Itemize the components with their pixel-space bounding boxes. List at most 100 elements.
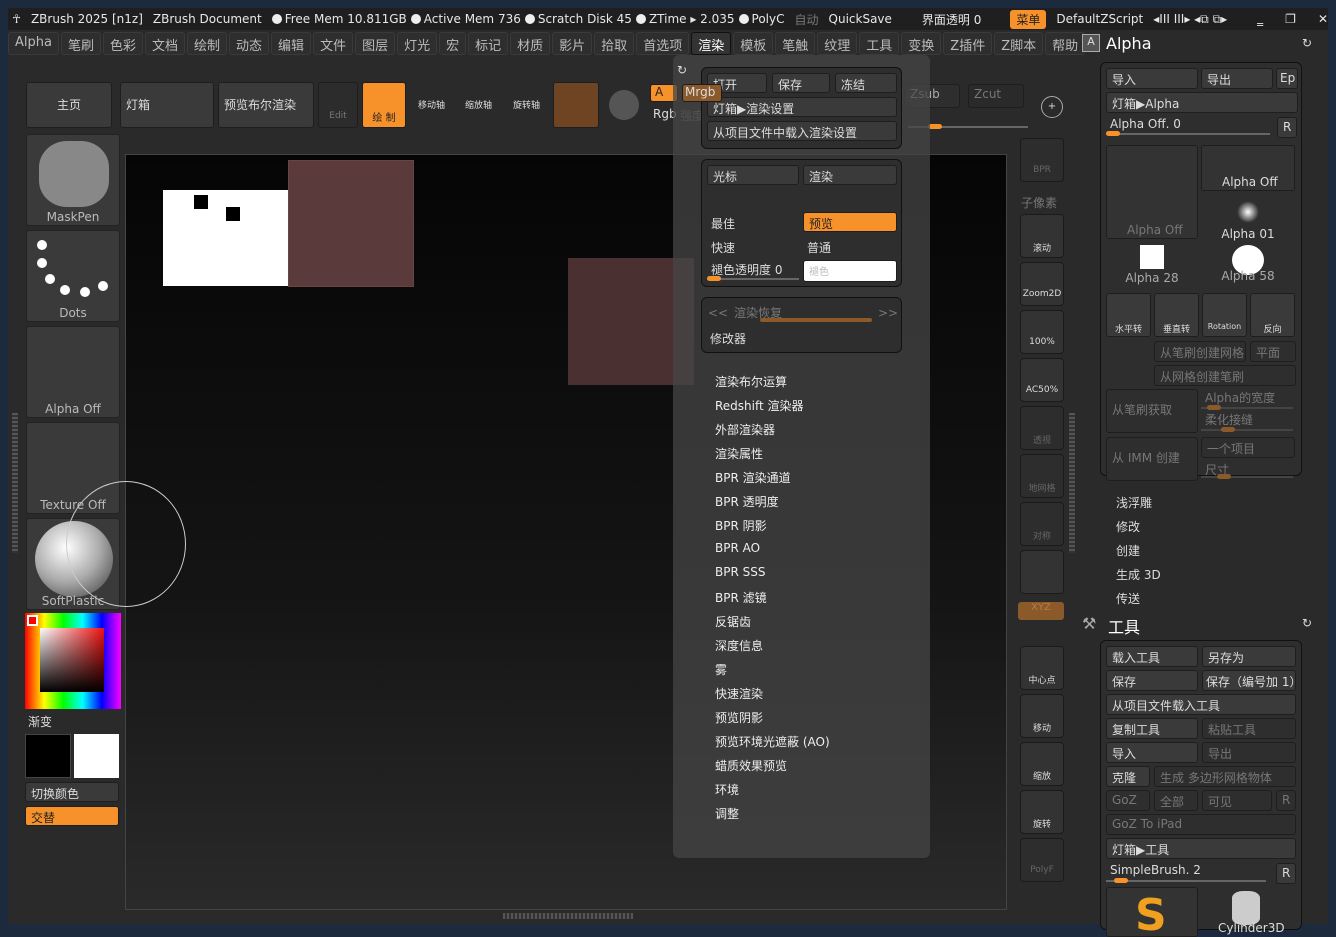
material-sphere-button[interactable] (553, 82, 599, 128)
primary-color-swatch[interactable] (25, 734, 71, 778)
tray-button[interactable]: XYZ (1018, 602, 1064, 620)
tray-button[interactable] (1020, 550, 1064, 594)
tray-button[interactable]: 旋转 (1020, 790, 1064, 834)
tray-button[interactable]: PolyF (1020, 838, 1064, 882)
alpha-thumb-01[interactable]: Alpha 01 (1201, 197, 1295, 243)
menu-23[interactable]: Z脚本 (994, 32, 1044, 55)
quicksave-button[interactable]: QuickSave (829, 12, 892, 26)
alpha-ep-button[interactable]: Ep (1276, 68, 1298, 89)
fade-slider-track[interactable] (707, 276, 799, 281)
render-submenu-item[interactable]: 深度信息 (715, 637, 763, 654)
tool-reset-icon[interactable]: ↻ (1302, 616, 1312, 630)
alpha-export-button[interactable]: 导出 (1201, 68, 1273, 89)
tray-scrollbar[interactable] (1069, 413, 1075, 553)
tray-button[interactable]: 100% (1020, 310, 1064, 354)
render-submenu-item[interactable]: BPR 透明度 (715, 493, 779, 510)
next-icon[interactable]: >> (878, 306, 898, 320)
fade-opacity-slider[interactable]: 褪色透明度 0 (711, 261, 782, 278)
menu-10[interactable]: 宏 (439, 32, 467, 55)
tray-button[interactable]: 滚动 (1020, 214, 1064, 258)
cursor-button[interactable]: 光标 (707, 165, 799, 185)
tool-export-button[interactable]: 导出 (1202, 742, 1296, 763)
menu-13[interactable]: 影片 (552, 32, 593, 55)
alpha-palette-title[interactable]: Alpha (1106, 34, 1152, 53)
lightbox-render-settings-button[interactable]: 灯箱▶渲染设置 (707, 97, 897, 117)
alpha-reset-button[interactable]: R (1277, 117, 1297, 138)
render-button[interactable]: 渲染 (803, 165, 897, 185)
paste-tool-button[interactable]: 粘贴工具 (1202, 718, 1296, 739)
alpha-thumb-current[interactable]: Alpha Off (1106, 145, 1198, 239)
copy-tool-button[interactable]: 复制工具 (1106, 718, 1198, 739)
switch-color-button[interactable]: 切换颜色 (25, 782, 119, 802)
tray-button[interactable]: 缩放 (1020, 742, 1064, 786)
zcut-toggle[interactable]: Zcut (968, 84, 1024, 108)
move-button[interactable]: 移动轴 (418, 98, 445, 111)
menu-14[interactable]: 拾取 (594, 32, 635, 55)
load-tool-from-project-button[interactable]: 从项目文件载入工具 (1106, 694, 1296, 715)
modifiers-section[interactable]: 修改器 (710, 330, 746, 347)
menu-12[interactable]: 材质 (510, 32, 551, 55)
edit-button[interactable]: Edit (318, 82, 358, 128)
alpha-width-slider[interactable]: Alpha的宽度 (1205, 389, 1275, 406)
prev-icon[interactable]: << (708, 306, 728, 320)
tray-button[interactable]: 中心点 (1020, 646, 1064, 690)
from-brush-button[interactable]: 从笔刷获取 (1106, 389, 1198, 433)
draw-button[interactable]: 绘 制 (362, 82, 406, 128)
render-submenu-item[interactable]: BPR SSS (715, 565, 765, 579)
alpha-thumb-28[interactable]: Alpha 28 (1106, 245, 1198, 291)
tray-button[interactable]: 地网格 (1020, 454, 1064, 498)
menu-20[interactable]: 工具 (859, 32, 900, 55)
from-imm-button[interactable]: 从 IMM 创建 (1106, 437, 1198, 481)
menu-15[interactable]: 首选项 (636, 32, 690, 55)
alpha-reset-icon[interactable]: ↻ (1302, 36, 1312, 50)
tray-button[interactable]: 移动 (1020, 694, 1064, 738)
alpha-subpalette[interactable]: 传送 (1116, 590, 1140, 607)
menu-8[interactable]: 图层 (355, 32, 396, 55)
tray-button[interactable]: BPR (1020, 138, 1064, 182)
menu-16[interactable]: 渲染 (691, 32, 732, 55)
load-render-settings-button[interactable]: 从项目文件中载入渲染设置 (707, 121, 897, 141)
fade-color-swatch[interactable]: 褪色 (803, 260, 897, 282)
scale-button[interactable]: 缩放轴 (465, 98, 492, 111)
menu-18[interactable]: 笔触 (775, 32, 816, 55)
close-icon[interactable]: ✕ (1318, 12, 1328, 26)
tool-save-button[interactable]: 保存 (1106, 670, 1198, 691)
alpha-thumb-58[interactable]: Alpha 58 (1201, 245, 1295, 291)
default-zscript-button[interactable]: DefaultZScript (1056, 12, 1143, 26)
best-render-button[interactable]: 最佳 (711, 215, 735, 232)
render-submenu-item[interactable]: 渲染属性 (715, 445, 763, 462)
tray-button[interactable]: AC50% (1020, 358, 1064, 402)
render-submenu-item[interactable]: BPR 渲染通道 (715, 469, 791, 486)
save-as-button[interactable]: 另存为 (1202, 646, 1296, 667)
render-submenu-item[interactable]: 快速渲染 (715, 685, 763, 702)
goz-ipad-button[interactable]: GoZ To iPad (1106, 814, 1296, 835)
tool-import-button[interactable]: 导入 (1106, 742, 1198, 763)
rotate-button[interactable]: 旋转轴 (513, 98, 540, 111)
stroke-slot[interactable]: Dots (26, 230, 120, 322)
render-submenu-item[interactable]: 预览阴影 (715, 709, 763, 726)
one-item-button[interactable]: 一个项目 (1201, 437, 1295, 458)
goz-visible-button[interactable]: 可见 (1202, 790, 1272, 811)
clone-button[interactable]: 克隆 (1106, 766, 1150, 787)
render-submenu-item[interactable]: BPR 滤镜 (715, 589, 767, 606)
menu-21[interactable]: 变换 (901, 32, 942, 55)
menu-3[interactable]: 文档 (145, 32, 186, 55)
alpha-subpalette[interactable]: 浅浮雕 (1116, 494, 1152, 511)
menu-5[interactable]: 动态 (229, 32, 270, 55)
home-button[interactable]: 主页 (26, 82, 112, 128)
menu-22[interactable]: Z插件 (943, 32, 993, 55)
menu-7[interactable]: 文件 (313, 32, 354, 55)
alpha-subpalette[interactable]: 修改 (1116, 518, 1140, 535)
render-submenu-item[interactable]: 雾 (715, 661, 727, 678)
render-submenu-item[interactable]: 预览环境光遮蔽 (AO) (715, 733, 830, 750)
make-polymesh-button[interactable]: 生成 多边形网格物体 (1154, 766, 1296, 787)
rotation-button[interactable]: Rotation (1202, 293, 1247, 337)
layout-arrows-icon[interactable]: ◂ⅠⅠⅠ ⅠⅠⅠ▸ ◂⧉ ⧉▸ (1153, 12, 1227, 27)
color-picker[interactable] (25, 613, 121, 709)
menu-6[interactable]: 编辑 (271, 32, 312, 55)
menu-4[interactable]: 绘制 (187, 32, 228, 55)
render-submenu-item[interactable]: 蜡质效果预览 (715, 757, 787, 774)
menu-2[interactable]: 色彩 (102, 32, 143, 55)
alpha-subpalette[interactable]: 创建 (1116, 542, 1140, 559)
render-submenu-item[interactable]: Redshift 渲染器 (715, 397, 804, 414)
